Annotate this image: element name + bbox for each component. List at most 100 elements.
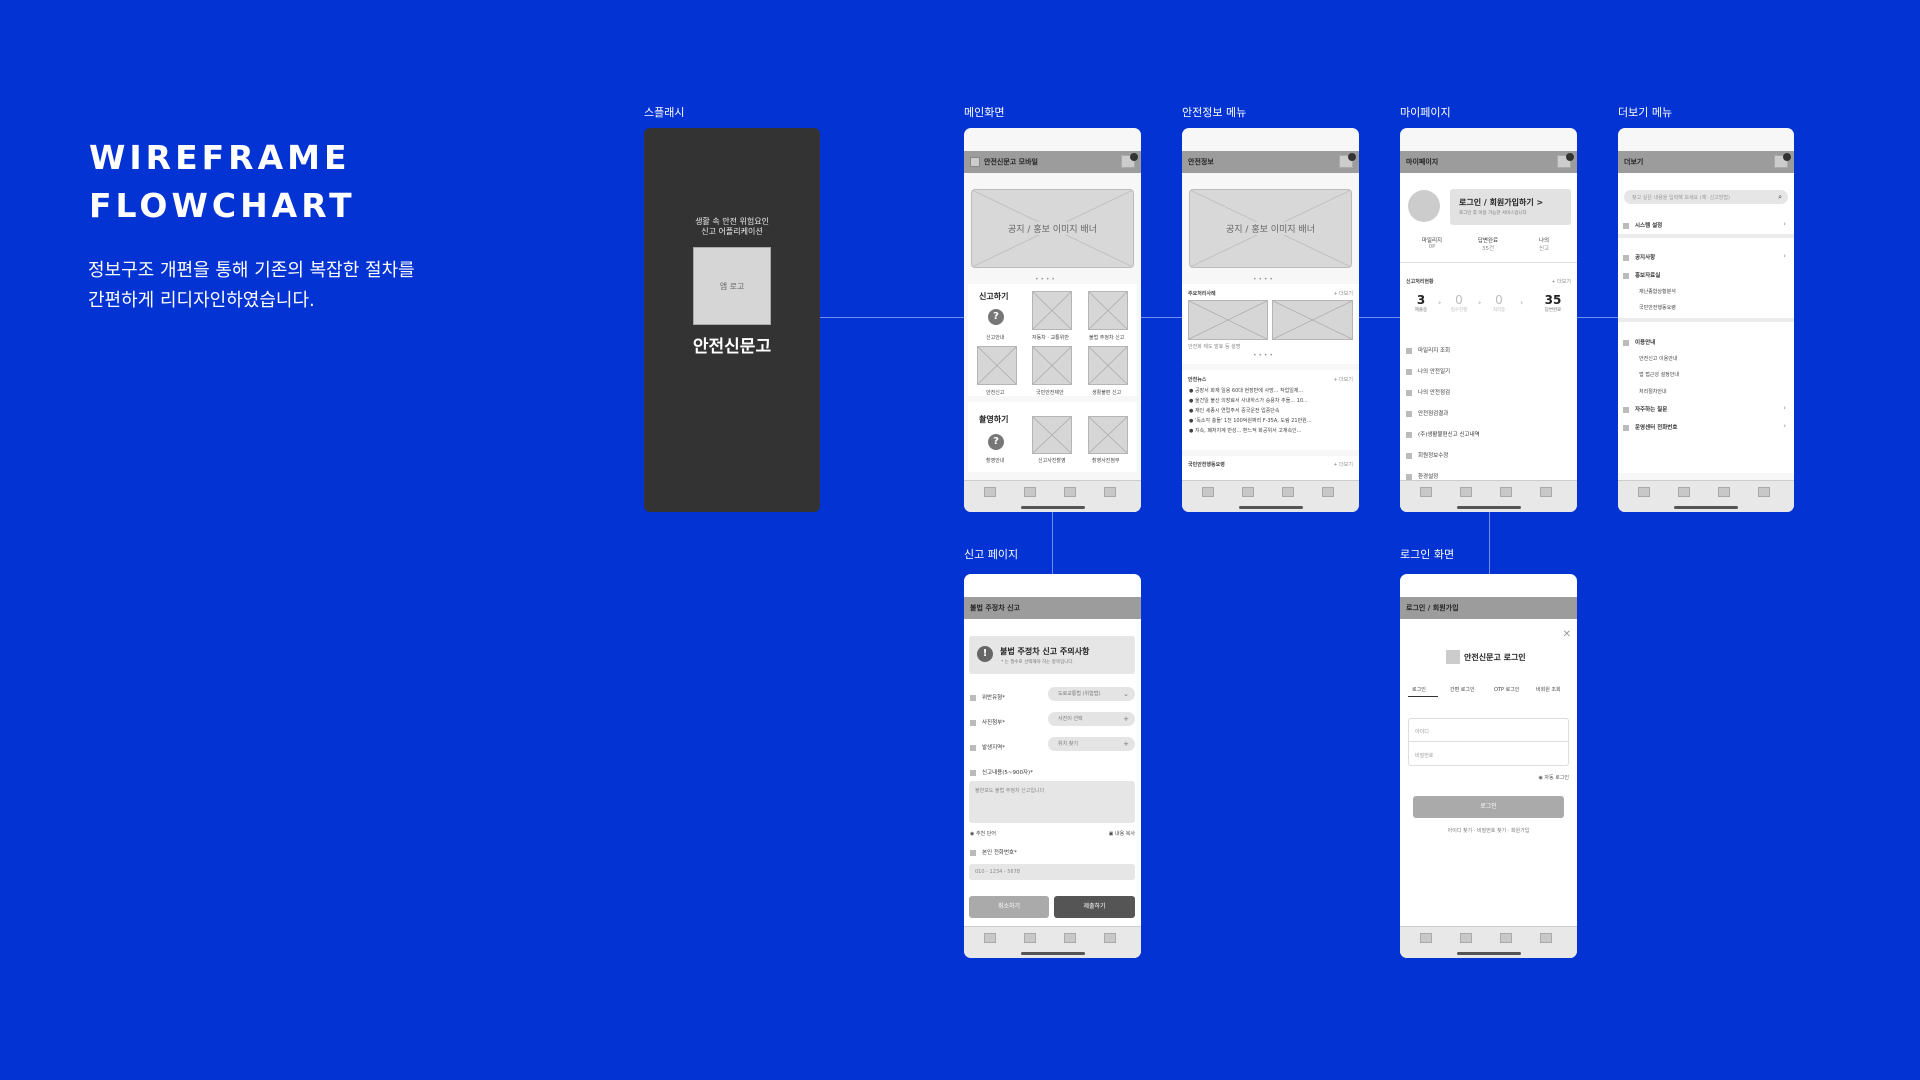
tab-report-icon[interactable] bbox=[1678, 487, 1690, 497]
case-image[interactable] bbox=[1188, 300, 1268, 340]
search-input[interactable]: 찾고 싶은 내용을 입력해 보세요 (예: 신고방법) ⌕ bbox=[1624, 190, 1788, 204]
main-banner[interactable]: 공지 / 홍보 이미지 배너 bbox=[971, 189, 1134, 268]
location-field[interactable]: 위치 찾기 + bbox=[1048, 737, 1135, 751]
tab-login[interactable]: 로그인 bbox=[1412, 686, 1426, 693]
news-item[interactable]: ● '독소각 충돌' 1천 100억원짜리 F-35A, 도림 21만원... bbox=[1189, 417, 1312, 424]
password-input[interactable]: 비밀번호 bbox=[1409, 743, 1568, 766]
report-item-image[interactable] bbox=[1032, 346, 1072, 385]
close-icon[interactable]: ✕ bbox=[1563, 629, 1571, 640]
tab-home-icon[interactable] bbox=[1638, 487, 1650, 497]
login-signup-button[interactable]: 로그인 / 회원가입하기 > 로그인 후 이용 가능한 서비스입니다 bbox=[1450, 189, 1571, 225]
more-subitem[interactable]: 처리절차안내 bbox=[1639, 388, 1667, 395]
stat-mileage[interactable]: 마일리지 0P bbox=[1404, 236, 1460, 250]
phone-input[interactable]: 010 - 1234 - 5678 bbox=[969, 864, 1135, 880]
tab-otp-login[interactable]: OTP 로그인 bbox=[1494, 686, 1519, 693]
news-item[interactable]: ● 공장서 화재 일용 60대 현장반에 사망... 작업일체... bbox=[1189, 387, 1303, 394]
id-input[interactable]: 아이디 bbox=[1409, 719, 1568, 742]
news-more-link[interactable]: + 더보기 bbox=[1333, 376, 1353, 383]
field-label-location: 발생지역* bbox=[970, 743, 1005, 751]
tab-mypage-icon[interactable] bbox=[1500, 933, 1512, 943]
page-description: 정보구조 개편을 통해 기존의 복잡한 절차를 간편하게 리디자인하였습니다. bbox=[88, 256, 415, 316]
report-item-image[interactable] bbox=[1088, 346, 1128, 385]
tab-home-icon[interactable] bbox=[984, 933, 996, 943]
mypage-menu-item[interactable]: 환경설정 bbox=[1406, 472, 1438, 480]
photo-item-label: 촬영안내 bbox=[986, 458, 1005, 464]
mypage-menu-item[interactable]: 안전점검결과 bbox=[1406, 409, 1448, 417]
status-processing[interactable]: 0 처리중 bbox=[1484, 293, 1514, 313]
cases-more-link[interactable]: + 더보기 bbox=[1333, 290, 1353, 297]
stat-answered[interactable]: 답변완료 35건 bbox=[1460, 236, 1516, 252]
tab-mypage-icon[interactable] bbox=[1064, 487, 1076, 497]
search-icon[interactable]: ⌕ bbox=[1778, 193, 1782, 202]
main-screen: 안전신문고 모바일 공지 / 홍보 이미지 배너 • • • • 신고하기 ? … bbox=[964, 128, 1141, 512]
stat-my-report[interactable]: 나의 신고 bbox=[1516, 236, 1572, 252]
submit-button[interactable]: 제출하기 bbox=[1054, 896, 1135, 918]
tab-report-icon[interactable] bbox=[1024, 933, 1036, 943]
status-received[interactable]: 0 접수진행 bbox=[1444, 293, 1474, 313]
more-subitem[interactable]: 국민안전행동요령 bbox=[1639, 304, 1676, 311]
more-item-pr[interactable]: 홍보자료실 bbox=[1623, 271, 1660, 279]
more-subitem[interactable]: 앱 접근성 설정안내 bbox=[1639, 371, 1679, 378]
status-submitted[interactable]: 3 제출중 bbox=[1406, 293, 1436, 313]
question-icon[interactable]: ? bbox=[988, 309, 1004, 325]
news-item[interactable]: ● 울건일 불산 의장료서 사내하스가 승용차 추돌... 10... bbox=[1189, 397, 1308, 404]
tab-report-icon[interactable] bbox=[1460, 487, 1472, 497]
tab-report-icon[interactable] bbox=[1242, 487, 1254, 497]
login-button[interactable]: 로그인 bbox=[1413, 796, 1564, 818]
tab-home-icon[interactable] bbox=[1420, 933, 1432, 943]
photo-item-image[interactable] bbox=[1088, 416, 1128, 454]
mypage-menu-item[interactable]: 회원정보수정 bbox=[1406, 451, 1448, 459]
copy-checkbox[interactable]: ▣ 내용 복사 bbox=[1109, 830, 1135, 837]
auto-login-checkbox[interactable]: ◉ 자동 로그인 bbox=[1538, 774, 1569, 781]
login-help-links[interactable]: 아이디 찾기 · 비밀번호 찾기 · 회원가입 bbox=[1400, 827, 1577, 834]
report-content-textarea[interactable]: 불만보도 불법 주정차 신고입니다 bbox=[969, 781, 1135, 823]
tab-more-icon[interactable] bbox=[1540, 933, 1552, 943]
safety-banner[interactable]: 공지 / 홍보 이미지 배너 bbox=[1189, 189, 1352, 268]
login-signup-sub: 로그인 후 이용 가능한 서비스입니다 bbox=[1459, 211, 1527, 216]
more-subitem[interactable]: 재난종합상황분석 bbox=[1639, 288, 1676, 295]
tab-more-icon[interactable] bbox=[1540, 487, 1552, 497]
tab-mypage-icon[interactable] bbox=[1718, 487, 1730, 497]
more-item-guide[interactable]: 이용안내 bbox=[1623, 338, 1655, 346]
mypage-menu-item[interactable]: 나의 안전점검 bbox=[1406, 388, 1450, 396]
tab-home-icon[interactable] bbox=[1202, 487, 1214, 497]
tab-mypage-icon[interactable] bbox=[1282, 487, 1294, 497]
tab-simple-login[interactable]: 간편 로그인 bbox=[1450, 686, 1475, 693]
mypage-menu-item[interactable]: 마일리지 조회 bbox=[1406, 346, 1450, 354]
tab-more-icon[interactable] bbox=[1104, 933, 1116, 943]
report-item-image[interactable] bbox=[1088, 291, 1128, 330]
tab-report-icon[interactable] bbox=[1460, 933, 1472, 943]
more-item-system[interactable]: 시스템 설정 bbox=[1623, 221, 1662, 229]
case-image[interactable] bbox=[1272, 300, 1353, 340]
tab-more-icon[interactable] bbox=[1758, 487, 1770, 497]
recommend-checkbox[interactable]: ◉ 추천 단어 bbox=[970, 830, 996, 837]
tab-more-icon[interactable] bbox=[1322, 487, 1334, 497]
report-item-image[interactable] bbox=[977, 346, 1017, 385]
tab-more-icon[interactable] bbox=[1104, 487, 1116, 497]
status-more-link[interactable]: + 더보기 bbox=[1551, 278, 1571, 285]
tab-mypage-icon[interactable] bbox=[1500, 487, 1512, 497]
mypage-menu-item[interactable]: 나의 안전일기 bbox=[1406, 367, 1450, 375]
tab-report-icon[interactable] bbox=[1024, 487, 1036, 497]
news-item[interactable]: ● 재인 세종시 연립주서 중국운전 입중단속 bbox=[1189, 407, 1280, 414]
more-subitem[interactable]: 안전신고 이용안내 bbox=[1639, 355, 1677, 362]
photo-attach-field[interactable]: 사진이 선택 + bbox=[1048, 712, 1135, 726]
violation-select[interactable]: 도로교통법 (위험법) ⌄ bbox=[1048, 687, 1135, 701]
cancel-button[interactable]: 취소하기 bbox=[969, 896, 1049, 918]
more-item-notice[interactable]: 공지사항 bbox=[1623, 253, 1655, 261]
tab-mypage-icon[interactable] bbox=[1064, 933, 1076, 943]
report-header-title: 불법 주정차 신고 bbox=[970, 604, 1020, 612]
mypage-menu-item[interactable]: (주)생활불편신고 신고내역 bbox=[1406, 430, 1480, 438]
flow-arrow-mypage-more bbox=[1577, 317, 1618, 318]
tab-home-icon[interactable] bbox=[1420, 487, 1432, 497]
more-item-faq[interactable]: 자주하는 질문 bbox=[1623, 405, 1667, 413]
more-item-callcenter[interactable]: 운영센터 전화번호 bbox=[1623, 423, 1677, 431]
news-item[interactable]: ● 지속, 폐처지계 반성... 환느적 화공위서 고재속인... bbox=[1189, 427, 1301, 434]
tab-home-icon[interactable] bbox=[984, 487, 996, 497]
report-item-image[interactable] bbox=[1032, 291, 1072, 330]
status-answered[interactable]: 35 답변완료 bbox=[1538, 293, 1568, 313]
photo-item-image[interactable] bbox=[1032, 416, 1072, 454]
question-icon[interactable]: ? bbox=[988, 434, 1004, 450]
guide-more-link[interactable]: + 더보기 bbox=[1333, 461, 1353, 468]
tab-guest-lookup[interactable]: 비회원 조회 bbox=[1536, 686, 1561, 693]
